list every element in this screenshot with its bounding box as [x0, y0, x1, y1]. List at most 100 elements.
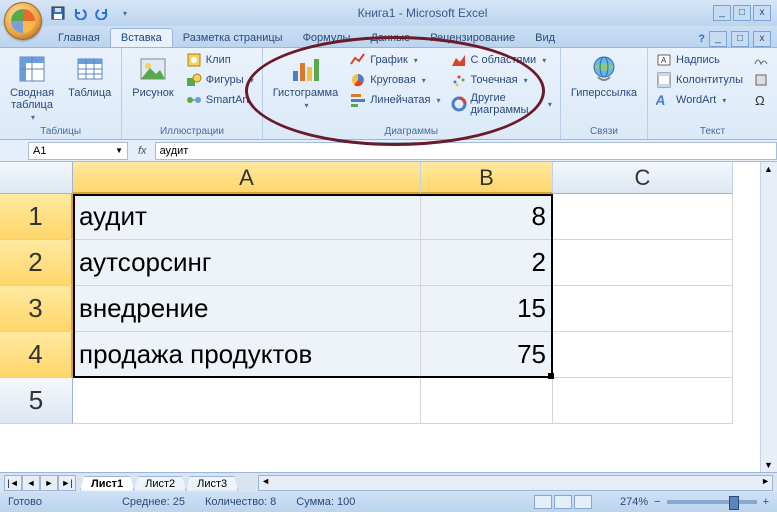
signature-icon: [753, 52, 769, 68]
minimize-button[interactable]: _: [713, 5, 731, 21]
col-header-B[interactable]: B: [421, 162, 553, 194]
cell-B4[interactable]: 75: [421, 332, 553, 378]
doc-minimize-button[interactable]: _: [709, 31, 727, 47]
svg-text:A: A: [656, 92, 667, 108]
sheet-tab-1[interactable]: Лист1: [80, 476, 134, 491]
sheet-tab-2[interactable]: Лист2: [134, 476, 186, 491]
pivot-table-icon: [16, 53, 48, 85]
cell-B5[interactable]: [421, 378, 553, 424]
textbox-icon: A: [656, 52, 672, 68]
cell-C4[interactable]: [553, 332, 733, 378]
select-all-corner[interactable]: [0, 162, 73, 194]
symbol-button[interactable]: Ω: [751, 91, 771, 109]
picture-button[interactable]: Рисунок: [128, 51, 178, 101]
tab-formulas[interactable]: Формулы: [293, 29, 361, 47]
textbox-button[interactable]: A Надпись: [654, 51, 745, 69]
close-button[interactable]: x: [753, 5, 771, 21]
column-chart-button[interactable]: Гистограмма: [269, 51, 343, 112]
redo-icon[interactable]: [94, 5, 110, 21]
row-header-1[interactable]: 1: [0, 194, 73, 240]
tab-pagelayout[interactable]: Разметка страницы: [173, 29, 293, 47]
title-bar: Книга1 - Microsoft Excel _ □ x: [0, 0, 777, 26]
name-box[interactable]: A1 ▼: [28, 142, 128, 160]
line-chart-icon: [350, 52, 366, 68]
hyperlink-button[interactable]: Гиперссылка: [567, 51, 641, 101]
other-charts-icon: [451, 96, 467, 112]
table-button[interactable]: Таблица: [64, 51, 115, 101]
area-chart-button[interactable]: С областями: [449, 51, 554, 69]
formula-input[interactable]: аудит: [155, 142, 777, 160]
tab-review[interactable]: Рецензирование: [420, 29, 525, 47]
vertical-scrollbar[interactable]: [760, 162, 777, 472]
save-icon[interactable]: [50, 5, 66, 21]
other-charts-button[interactable]: Другие диаграммы: [449, 91, 554, 117]
zoom-control[interactable]: 274% −+: [620, 496, 769, 508]
pie-chart-icon: [350, 72, 366, 88]
sheet-nav-prev[interactable]: ◄: [22, 475, 40, 491]
headerfooter-button[interactable]: Колонтитулы: [654, 71, 745, 89]
table-label: Таблица: [68, 87, 111, 99]
row-header-2[interactable]: 2: [0, 240, 73, 286]
view-normal[interactable]: [534, 495, 552, 509]
office-button[interactable]: [4, 2, 42, 40]
cell-C5[interactable]: [553, 378, 733, 424]
shapes-button[interactable]: Фигуры: [184, 71, 256, 89]
tab-insert[interactable]: Вставка: [110, 28, 173, 47]
object-button[interactable]: [751, 71, 771, 89]
row-header-4[interactable]: 4: [0, 332, 73, 378]
cell-C1[interactable]: [553, 194, 733, 240]
fx-icon[interactable]: fx: [130, 145, 155, 157]
sheet-tab-3[interactable]: Лист3: [186, 476, 238, 491]
shapes-icon: [186, 72, 202, 88]
qat-dropdown[interactable]: [116, 5, 132, 21]
column-headers: ABC: [73, 162, 733, 194]
column-chart-icon: [289, 53, 321, 85]
help-icon[interactable]: ?: [698, 33, 705, 45]
row-header-5[interactable]: 5: [0, 378, 73, 424]
sheet-nav-last[interactable]: ►|: [58, 475, 76, 491]
bar-chart-icon: [350, 92, 366, 108]
zoom-value: 274%: [620, 496, 648, 508]
sheet-nav-first[interactable]: |◄: [4, 475, 22, 491]
doc-close-button[interactable]: x: [753, 31, 771, 47]
bar-chart-button[interactable]: Линейчатая: [348, 91, 442, 109]
scatter-chart-button[interactable]: Точечная: [449, 71, 554, 89]
group-text: A Надпись Колонтитулы A WordArt Ω Текст: [648, 48, 777, 139]
horizontal-scrollbar[interactable]: [258, 475, 773, 491]
group-text-label: Текст: [654, 125, 771, 138]
hyperlink-label: Гиперссылка: [571, 87, 637, 99]
row-header-3[interactable]: 3: [0, 286, 73, 332]
pivot-table-button[interactable]: Сводная таблица: [6, 51, 58, 124]
doc-restore-button[interactable]: □: [731, 31, 749, 47]
cell-B3[interactable]: 15: [421, 286, 553, 332]
view-pagebreak[interactable]: [574, 495, 592, 509]
pie-chart-button[interactable]: Круговая: [348, 71, 442, 89]
cell-C2[interactable]: [553, 240, 733, 286]
cell-B1[interactable]: 8: [421, 194, 553, 240]
wordart-button[interactable]: A WordArt: [654, 91, 745, 109]
group-charts: Гистограмма График Круговая Линейчатая: [263, 48, 561, 139]
col-header-A[interactable]: A: [73, 162, 421, 194]
cell-A5[interactable]: [73, 378, 421, 424]
line-chart-button[interactable]: График: [348, 51, 442, 69]
zoom-slider[interactable]: [667, 500, 757, 504]
view-layout[interactable]: [554, 495, 572, 509]
cell-A1[interactable]: аудит: [73, 194, 421, 240]
sheet-nav-next[interactable]: ►: [40, 475, 58, 491]
cell-A4[interactable]: продажа продуктов: [73, 332, 421, 378]
smartart-button[interactable]: SmartArt: [184, 91, 256, 109]
tab-view[interactable]: Вид: [525, 29, 565, 47]
group-links-label: Связи: [567, 125, 641, 138]
cell-B2[interactable]: 2: [421, 240, 553, 286]
tab-data[interactable]: Данные: [360, 29, 420, 47]
cell-C3[interactable]: [553, 286, 733, 332]
cell-A2[interactable]: аутсорсинг: [73, 240, 421, 286]
signature-button[interactable]: [751, 51, 771, 69]
undo-icon[interactable]: [72, 5, 88, 21]
formula-value: аудит: [160, 145, 189, 157]
tab-home[interactable]: Главная: [48, 29, 110, 47]
col-header-C[interactable]: C: [553, 162, 733, 194]
cell-A3[interactable]: внедрение: [73, 286, 421, 332]
restore-button[interactable]: □: [733, 5, 751, 21]
clip-button[interactable]: Клип: [184, 51, 256, 69]
